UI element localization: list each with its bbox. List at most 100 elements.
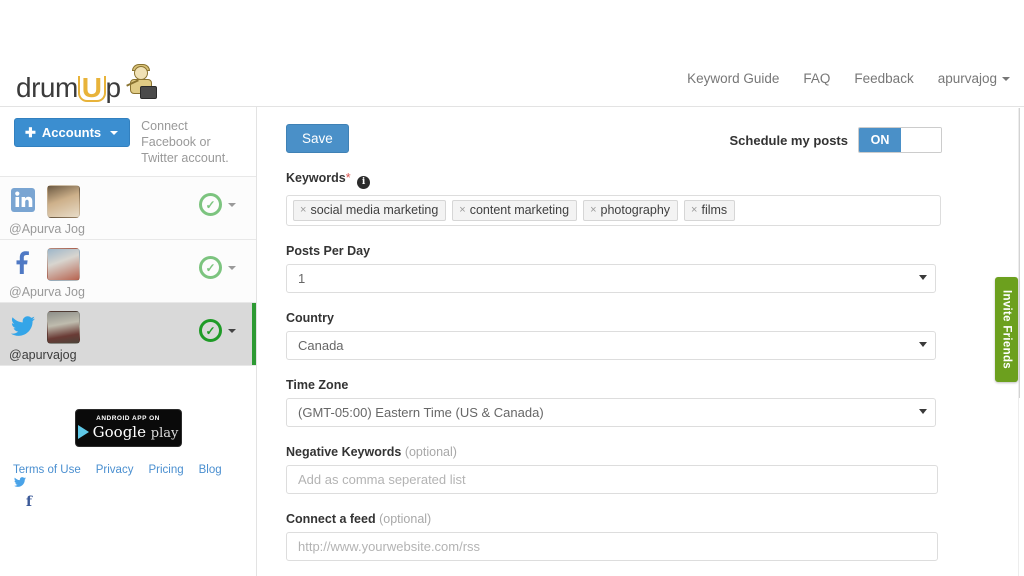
- posts-per-day-label: Posts Per Day: [286, 244, 942, 258]
- add-accounts-button[interactable]: ✚ Accounts: [14, 118, 130, 147]
- schedule-posts-toggle[interactable]: ON: [858, 127, 942, 153]
- account-status[interactable]: ✓: [199, 319, 236, 342]
- twitter-icon[interactable]: [13, 476, 27, 492]
- keyword-tag-label: content marketing: [470, 203, 569, 217]
- info-icon[interactable]: i: [357, 176, 370, 189]
- nav-link-feedback[interactable]: Feedback: [854, 71, 913, 86]
- keyword-tag[interactable]: × films: [684, 200, 735, 221]
- footer-link-pricing[interactable]: Pricing: [148, 464, 183, 476]
- footer-link-privacy[interactable]: Privacy: [96, 464, 134, 476]
- chevron-down-icon[interactable]: [228, 329, 236, 333]
- facebook-icon: [8, 248, 38, 278]
- account-handle: @Apurva Jog: [9, 285, 256, 299]
- caret-down-icon: [110, 131, 118, 135]
- account-item-facebook[interactable]: @Apurva Jog ✓: [0, 240, 256, 303]
- google-play-sub-text: play: [151, 426, 179, 441]
- google-play-main-text: Google: [93, 423, 146, 441]
- google-play-main: Google play: [78, 425, 179, 440]
- posts-per-day-select[interactable]: 1: [286, 264, 936, 293]
- invite-friends-label: Invite Friends: [1001, 290, 1013, 369]
- country-select[interactable]: Canada: [286, 331, 936, 360]
- green-check-circle-icon: ✓: [199, 256, 222, 279]
- logo-text-part3: p: [106, 72, 121, 103]
- avatar: [47, 311, 80, 344]
- save-button[interactable]: Save: [286, 124, 349, 153]
- keyword-tag-label: films: [701, 203, 727, 217]
- chevron-down-icon: [1002, 77, 1010, 81]
- nav-link-keyword-guide[interactable]: Keyword Guide: [687, 71, 779, 86]
- schedule-posts-control: Schedule my posts ON: [730, 127, 942, 153]
- logo-wordmark: drumUp: [16, 74, 121, 102]
- site-logo[interactable]: drumUp: [16, 58, 158, 102]
- plus-icon: ✚: [25, 126, 36, 139]
- connect-feed-input[interactable]: http://www.yourwebsite.com/rss: [286, 532, 938, 561]
- nav-link-faq[interactable]: FAQ: [803, 71, 830, 86]
- account-handle: @apurvajog: [9, 348, 256, 362]
- chevron-down-icon: [919, 342, 927, 347]
- chevron-down-icon[interactable]: [228, 203, 236, 207]
- page-body: ✚ Accounts Connect Facebook or Twitter a…: [0, 107, 1024, 576]
- negative-keywords-label: Negative Keywords (optional): [286, 445, 942, 459]
- logo-text-part2: U: [78, 76, 106, 102]
- connect-feed-label-text: Connect a feed: [286, 512, 376, 526]
- required-marker: *: [346, 171, 351, 185]
- negative-keywords-label-text: Negative Keywords: [286, 445, 401, 459]
- sidebar-footer-links: Terms of Use Privacy Pricing Blog f: [0, 464, 236, 510]
- schedule-posts-label: Schedule my posts: [730, 133, 848, 148]
- remove-tag-icon[interactable]: ×: [459, 204, 465, 216]
- google-play-badge[interactable]: ANDROID APP ON Google play: [75, 409, 182, 447]
- selected-indicator-bar: [252, 303, 256, 365]
- negative-keywords-input[interactable]: Add as comma seperated list: [286, 465, 938, 494]
- toggle-off-state: [901, 128, 941, 152]
- linkedin-icon: [8, 185, 38, 215]
- accounts-button-label: Accounts: [42, 125, 101, 140]
- green-check-circle-icon: ✓: [199, 319, 222, 342]
- keyword-tag[interactable]: ×photography: [583, 200, 678, 221]
- twitter-icon: [8, 311, 38, 341]
- user-menu-label: apurvajog: [938, 71, 997, 86]
- top-navigation: Keyword Guide FAQ Feedback apurvajog: [687, 71, 1010, 86]
- account-status[interactable]: ✓: [199, 193, 236, 216]
- account-item-twitter[interactable]: @apurvajog ✓: [0, 303, 256, 366]
- chevron-down-icon: [919, 275, 927, 280]
- avatar: [47, 185, 80, 218]
- invite-friends-tab[interactable]: Invite Friends: [995, 277, 1018, 382]
- footer-link-terms[interactable]: Terms of Use: [13, 464, 81, 476]
- time-zone-label: Time Zone: [286, 378, 942, 392]
- avatar: [47, 248, 80, 281]
- top-blank-band: [0, 0, 1024, 56]
- time-zone-select[interactable]: (GMT-05:00) Eastern Time (US & Canada): [286, 398, 936, 427]
- country-label: Country: [286, 311, 942, 325]
- right-edge-divider: [1018, 108, 1019, 576]
- google-play-wordmark: Google play: [93, 425, 179, 440]
- account-item-linkedin[interactable]: @Apurva Jog ✓: [0, 177, 256, 240]
- connect-hint-text: Connect Facebook or Twitter account.: [141, 118, 235, 166]
- google-play-triangle-icon: [78, 425, 89, 439]
- keyword-tag[interactable]: × social media marketing: [293, 200, 446, 221]
- keywords-label-text: Keywords: [286, 171, 346, 185]
- optional-marker: (optional): [379, 512, 431, 526]
- keywords-label: Keywords* i: [286, 171, 942, 189]
- keywords-input[interactable]: × social media marketing × content marketi…: [286, 195, 941, 226]
- country-select-wrap: Canada: [286, 331, 936, 360]
- keyword-tag-label: social media marketing: [310, 203, 438, 217]
- account-handle: @Apurva Jog: [9, 222, 256, 236]
- app-page: drumUp Keyword Guide FAQ Feedback apurva…: [0, 0, 1024, 576]
- accounts-header: ✚ Accounts Connect Facebook or Twitter a…: [0, 107, 256, 176]
- settings-form: Save Schedule my posts ON Keywords* i × s…: [257, 107, 1024, 576]
- footer-link-blog[interactable]: Blog: [199, 464, 222, 476]
- keyword-tag[interactable]: × content marketing: [452, 200, 577, 221]
- remove-tag-icon[interactable]: ×: [300, 204, 306, 216]
- toggle-on-state: ON: [859, 128, 901, 152]
- posts-per-day-select-wrap: 1: [286, 264, 936, 293]
- facebook-icon[interactable]: f: [13, 494, 236, 510]
- connected-accounts-list: @Apurva Jog ✓: [0, 176, 256, 366]
- sidebar: ✚ Accounts Connect Facebook or Twitter a…: [0, 107, 257, 576]
- chevron-down-icon: [919, 409, 927, 414]
- green-check-circle-icon: ✓: [199, 193, 222, 216]
- user-menu[interactable]: apurvajog: [938, 71, 1010, 86]
- remove-tag-icon[interactable]: ×: [590, 204, 596, 216]
- account-status[interactable]: ✓: [199, 256, 236, 279]
- chevron-down-icon[interactable]: [228, 266, 236, 270]
- remove-tag-icon[interactable]: ×: [691, 204, 697, 216]
